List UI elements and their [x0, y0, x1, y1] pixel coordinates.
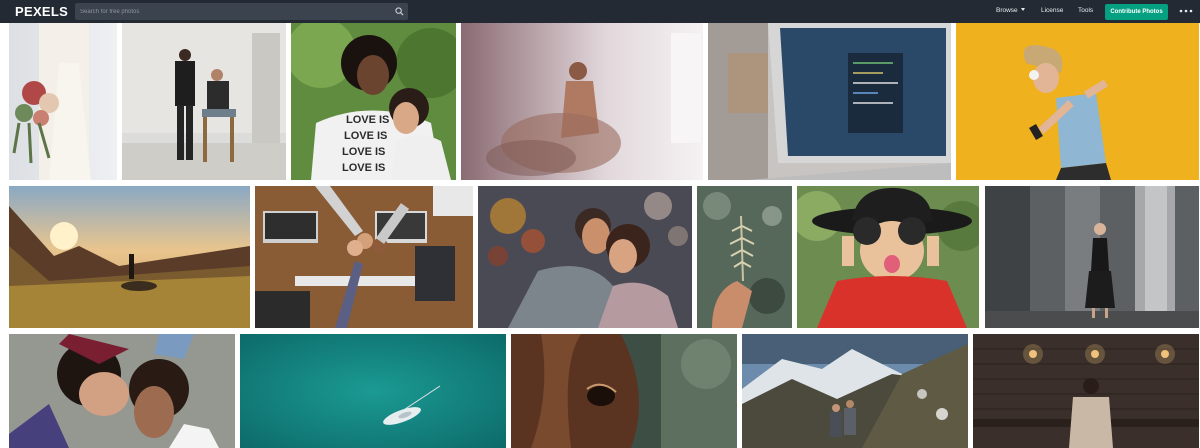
photo-two-men-studio[interactable]	[122, 23, 286, 180]
search-box	[75, 3, 408, 20]
chevron-down-icon	[1020, 8, 1025, 11]
more-options-icon[interactable]	[1179, 8, 1193, 14]
search-icon[interactable]	[395, 7, 404, 16]
search-input[interactable]	[75, 3, 380, 20]
photo-couple-bokeh[interactable]	[478, 186, 692, 328]
contribute-photos-button[interactable]: Contribute Photos	[1105, 4, 1168, 20]
shirt-text-line-4: LOVE IS	[342, 162, 385, 174]
browse-label: Browse	[996, 7, 1018, 14]
photo-hikers-snowy-mountains[interactable]	[742, 334, 968, 448]
photo-laptop-code[interactable]	[708, 23, 951, 180]
photo-mother-daughter-hug[interactable]: LOVE IS LOVE IS LOVE IS LOVE IS	[291, 23, 456, 180]
shirt-text-line-3: LOVE IS	[342, 146, 385, 158]
shirt-text-line-1: LOVE IS	[346, 114, 389, 126]
license-link[interactable]: License	[1041, 6, 1063, 16]
photo-woman-columns[interactable]	[985, 186, 1199, 328]
shirt-text-line-2: LOVE IS	[344, 130, 387, 142]
tools-link[interactable]: Tools	[1078, 6, 1093, 16]
photo-hand-fern[interactable]	[697, 186, 792, 328]
photo-woman-headphones-yellow[interactable]	[956, 23, 1199, 180]
top-navigation-bar: PEXELS Browse License Tools Contribute P…	[0, 0, 1200, 23]
photo-two-girls-lying[interactable]	[9, 334, 235, 448]
photo-girl-witch-hat[interactable]	[797, 186, 979, 328]
photo-man-brick-wall[interactable]	[973, 334, 1199, 448]
photo-mountain-sunset[interactable]	[9, 186, 250, 328]
photo-man-dissolving-dust[interactable]	[461, 23, 703, 180]
photo-horse-eye[interactable]	[511, 334, 737, 448]
browse-menu[interactable]: Browse	[996, 6, 1025, 16]
photo-bride-bouquet[interactable]	[9, 23, 117, 180]
pexels-logo[interactable]: PEXELS	[15, 4, 68, 19]
photo-boat-turquoise-water[interactable]	[240, 334, 506, 448]
photo-team-fist-bump[interactable]	[255, 186, 473, 328]
